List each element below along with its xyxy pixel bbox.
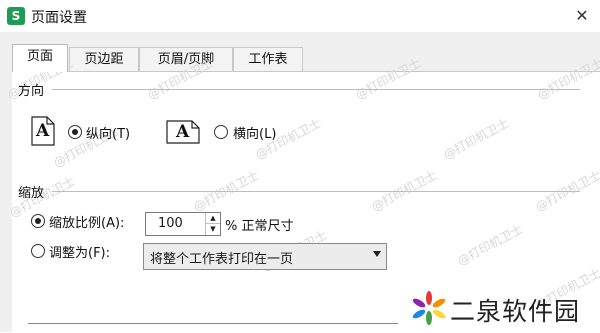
bottom-divider bbox=[28, 323, 398, 324]
watermark: @打印机卫士 bbox=[441, 115, 512, 163]
scaling-divider bbox=[52, 191, 580, 192]
brand-text: 二泉软件园 bbox=[450, 297, 581, 326]
portrait-icon-letter: A bbox=[36, 121, 50, 141]
scale-spinner[interactable]: 100 ▲ ▼ bbox=[145, 212, 221, 236]
watermark: @打印机卫士 bbox=[535, 55, 600, 103]
scale-suffix: % 正常尺寸 bbox=[225, 219, 294, 234]
scale-value[interactable]: 100 bbox=[158, 216, 183, 231]
page-setup-dialog: 页面 页边距 页眉/页脚 工作表 @打印机卫士 @打印机卫士 @打印机卫士 @打… bbox=[0, 32, 600, 333]
tab-page[interactable]: 页面 bbox=[12, 44, 68, 72]
watermark: @打印机卫士 bbox=[353, 55, 424, 103]
landscape-icon-letter: A bbox=[176, 122, 190, 142]
title-bar: S 页面设置 ✕ bbox=[0, 0, 600, 32]
tab-sheet[interactable]: 工作表 bbox=[233, 47, 303, 72]
orientation-divider bbox=[52, 89, 580, 90]
brand-flower-icon bbox=[412, 291, 446, 325]
watermark: @打印机卫士 bbox=[455, 221, 526, 269]
tab-margins[interactable]: 页边距 bbox=[69, 47, 139, 72]
tab-header-footer[interactable]: 页眉/页脚 bbox=[139, 47, 233, 72]
close-icon[interactable]: ✕ bbox=[572, 6, 592, 26]
fit-select-value: 将整个工作表打印在一页 bbox=[150, 252, 294, 267]
scale-radio[interactable] bbox=[31, 214, 45, 228]
fit-label[interactable]: 调整为(F): bbox=[49, 242, 110, 261]
portrait-radio[interactable] bbox=[68, 125, 82, 139]
window-title: 页面设置 bbox=[31, 10, 87, 26]
fit-radio[interactable] bbox=[31, 244, 45, 258]
brand-logo: 二泉软件园 bbox=[412, 288, 592, 328]
chevron-down-icon bbox=[373, 251, 381, 257]
scaling-section-label: 缩放 bbox=[18, 186, 45, 201]
spin-down-icon[interactable]: ▼ bbox=[205, 224, 220, 235]
landscape-radio[interactable] bbox=[214, 125, 228, 139]
fit-select[interactable]: 将整个工作表打印在一页 bbox=[143, 243, 387, 270]
scale-label[interactable]: 缩放比例(A): bbox=[49, 212, 124, 231]
landscape-label[interactable]: 横向(L) bbox=[233, 123, 276, 142]
portrait-label[interactable]: 纵向(T) bbox=[86, 123, 130, 142]
orientation-section-label: 方向 bbox=[18, 84, 45, 99]
app-icon: S bbox=[7, 7, 25, 25]
spin-up-icon[interactable]: ▲ bbox=[205, 213, 220, 224]
